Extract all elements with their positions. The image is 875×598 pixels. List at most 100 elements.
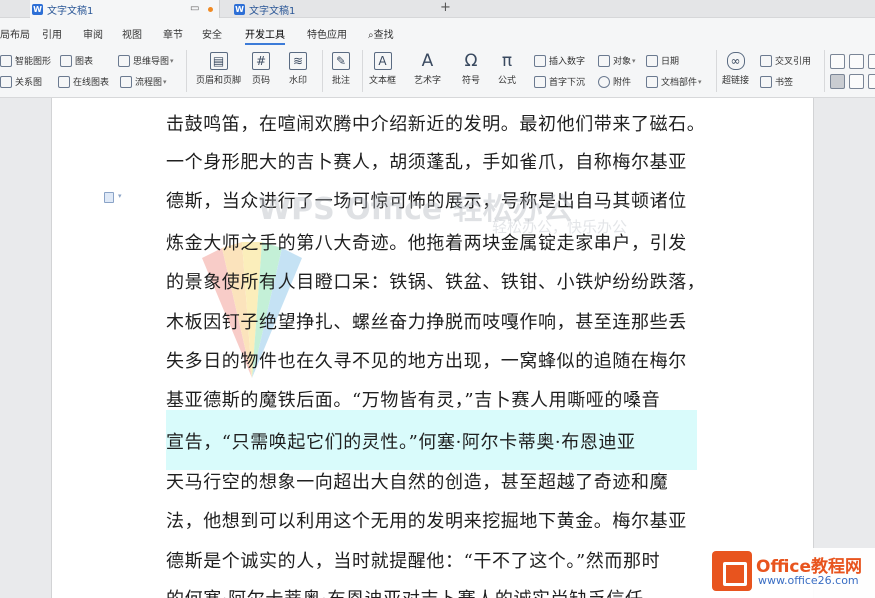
comment-icon: ✎ bbox=[332, 52, 350, 70]
chevron-down-icon: ▾ bbox=[163, 77, 167, 86]
comment-button[interactable]: ✎ 批注 bbox=[332, 52, 350, 86]
tab-label: 文字文稿1 bbox=[47, 5, 94, 17]
doc-text-line-highlighted[interactable]: 宣告，“只需唤起它们的灵性。”何塞·阿尔卡蒂奥·布恩迪亚 bbox=[166, 428, 636, 454]
doc-parts-icon bbox=[646, 75, 658, 88]
cross-reference-button[interactable]: 交叉引用 bbox=[760, 54, 811, 67]
wps-writer-window: W 文字文稿1 ▭ W 文字文稿1 + 局布局 引用 审阅 视图 章节 安全 开… bbox=[0, 0, 875, 598]
flowchart-icon bbox=[120, 75, 132, 88]
wps-writer-icon: W bbox=[32, 3, 43, 15]
doc-parts-button[interactable]: 文档部件 ▾ bbox=[646, 75, 702, 88]
view-option-button[interactable] bbox=[849, 74, 864, 89]
ribbon-separator bbox=[824, 50, 825, 92]
omega-icon: Ω bbox=[464, 51, 478, 71]
menu-bar: 局布局 引用 审阅 视图 章节 安全 开发工具 特色应用 ⌕查找 bbox=[0, 18, 875, 46]
office-logo-icon bbox=[712, 551, 752, 591]
doc-text-line[interactable]: 击鼓鸣笛，在喧闹欢腾中介绍新近的发明。最初他们带来了磁石。 bbox=[166, 110, 705, 136]
calendar-icon bbox=[646, 54, 658, 67]
object-button[interactable]: 对象 ▾ bbox=[598, 54, 636, 67]
chevron-down-icon: ▾ bbox=[632, 56, 636, 65]
watermark-icon: ≋ bbox=[289, 52, 307, 70]
menu-references[interactable]: 引用 bbox=[42, 26, 62, 41]
menu-search[interactable]: ⌕查找 bbox=[368, 26, 394, 41]
insert-number-icon bbox=[534, 54, 546, 67]
ribbon-separator bbox=[322, 50, 323, 92]
pi-icon: π bbox=[501, 51, 513, 71]
watermark-label: 水印 bbox=[289, 76, 308, 86]
flowchart-button[interactable]: 流程图 ▾ bbox=[120, 75, 167, 88]
view-option-button[interactable] bbox=[868, 54, 875, 69]
formula-button[interactable]: π 公式 bbox=[498, 51, 517, 86]
doc-text-line[interactable]: 失多日的物件也在久寻不见的地方出现，一窝蜂似的追随在梅尔 bbox=[166, 347, 687, 373]
doc-text-line[interactable]: 的景象使所有人目瞪口呆：铁锅、铁盆、铁钳、小铁炉纷纷跌落， bbox=[166, 268, 705, 294]
flowchart-label: 流程图 bbox=[135, 78, 163, 88]
doc-text-line[interactable]: 的何塞·阿尔卡蒂奥·布恩迪亚对吉卜赛人的诚实尚缺乏信任， bbox=[166, 585, 662, 598]
attachment-label: 附件 bbox=[613, 78, 632, 88]
object-label: 对象 bbox=[613, 57, 632, 67]
drop-cap-icon bbox=[534, 75, 546, 88]
page-edge-right bbox=[813, 98, 814, 598]
hyperlink-button[interactable]: ∞ 超链接 bbox=[722, 52, 749, 86]
view-option-button[interactable] bbox=[868, 74, 875, 89]
wps-writer-icon: W bbox=[234, 3, 245, 15]
textbox-button[interactable]: A 文本框 bbox=[369, 52, 396, 86]
link-icon: ∞ bbox=[726, 52, 745, 70]
art-text-button[interactable]: A 艺术字 bbox=[414, 51, 442, 86]
textbox-label: 文本框 bbox=[369, 76, 397, 86]
view-option-button-selected[interactable] bbox=[830, 74, 845, 89]
cross-reference-icon bbox=[760, 54, 772, 67]
page-number-icon: # bbox=[252, 52, 270, 70]
document-tab-bar: W 文字文稿1 ▭ W 文字文稿1 + bbox=[0, 0, 875, 18]
hyperlink-label: 超链接 bbox=[722, 76, 750, 86]
online-chart-label: 在线图表 bbox=[73, 78, 110, 88]
relation-chart-label: 关系图 bbox=[15, 78, 43, 88]
chart-icon bbox=[60, 54, 72, 67]
ribbon-separator bbox=[362, 50, 363, 92]
formula-label: 公式 bbox=[498, 76, 517, 86]
doc-text-line[interactable]: 法，他想到可以利用这个无用的发明来挖掘地下黄金。梅尔基亚 bbox=[166, 507, 687, 533]
doc-text-line[interactable]: 天马行空的想象一向超出大自然的创造，甚至超越了奇迹和魔 bbox=[166, 468, 668, 494]
site-logo: Office教程网 www.office26.com bbox=[708, 548, 875, 598]
menu-developer-tools[interactable]: 开发工具 bbox=[245, 26, 285, 41]
menu-special-apps[interactable]: 特色应用 bbox=[307, 26, 347, 41]
doc-text-line[interactable]: 木板因钉子绝望挣扎、螺丝奋力挣脱而吱嘎作响，甚至连那些丢 bbox=[166, 308, 687, 334]
online-chart-button[interactable]: 在线图表 bbox=[58, 75, 109, 88]
chart-button[interactable]: 图表 bbox=[60, 54, 93, 67]
menu-view[interactable]: 视图 bbox=[122, 26, 142, 41]
menu-review[interactable]: 审阅 bbox=[83, 26, 103, 41]
menu-chapter[interactable]: 章节 bbox=[163, 26, 183, 41]
art-text-label: 艺术字 bbox=[414, 76, 442, 86]
menu-page-layout[interactable]: 局布局 bbox=[0, 26, 30, 41]
drop-cap-button[interactable]: 首字下沉 bbox=[534, 75, 585, 88]
date-label: 日期 bbox=[661, 57, 680, 67]
relation-chart-button[interactable]: 关系图 bbox=[0, 75, 42, 88]
symbol-button[interactable]: Ω 符号 bbox=[462, 51, 480, 86]
smart-graphic-button[interactable]: 智能图形 bbox=[0, 54, 51, 67]
view-option-button[interactable] bbox=[830, 54, 845, 69]
bookmark-button[interactable]: 书签 bbox=[760, 75, 793, 88]
online-chart-icon bbox=[58, 75, 70, 88]
view-option-button[interactable] bbox=[849, 54, 864, 69]
chevron-down-icon[interactable]: ▾ bbox=[118, 192, 122, 200]
page-number-button[interactable]: # 页码 bbox=[252, 52, 270, 86]
doc-text-line[interactable]: 基亚德斯的魔铁后面。“万物皆有灵，”吉卜赛人用嘶哑的嗓音 bbox=[166, 386, 660, 412]
unsaved-dot-icon bbox=[208, 7, 213, 12]
new-tab-button[interactable]: + bbox=[440, 0, 451, 15]
doc-text-line[interactable]: 德斯是个诚实的人，当时就提醒他：“干不了这个。”然而那时 bbox=[166, 547, 660, 573]
bookmark-icon bbox=[760, 75, 772, 88]
watermark-button[interactable]: ≋ 水印 bbox=[289, 52, 307, 86]
monitor-icon[interactable]: ▭ bbox=[190, 3, 199, 14]
attachment-button[interactable]: 附件 bbox=[598, 75, 631, 88]
chevron-down-icon: ▾ bbox=[698, 77, 702, 86]
insert-number-button[interactable]: 插入数字 bbox=[534, 54, 585, 67]
header-footer-icon: ▤ bbox=[209, 52, 228, 70]
doc-text-line[interactable]: 一个身形肥大的吉卜赛人，胡须蓬乱，手如雀爪，自称梅尔基亚 bbox=[166, 148, 687, 174]
mind-map-button[interactable]: 思维导图 ▾ bbox=[118, 54, 174, 67]
insert-number-label: 插入数字 bbox=[549, 57, 586, 67]
tab-document-2[interactable]: W 文字文稿1 bbox=[234, 0, 424, 18]
menu-security[interactable]: 安全 bbox=[202, 26, 222, 41]
chart-label: 图表 bbox=[75, 57, 94, 67]
chevron-down-icon: ▾ bbox=[170, 56, 174, 65]
paragraph-marker-icon[interactable] bbox=[104, 192, 114, 203]
date-button[interactable]: 日期 bbox=[646, 54, 679, 67]
header-footer-button[interactable]: ▤ 页眉和页脚 bbox=[196, 52, 241, 86]
